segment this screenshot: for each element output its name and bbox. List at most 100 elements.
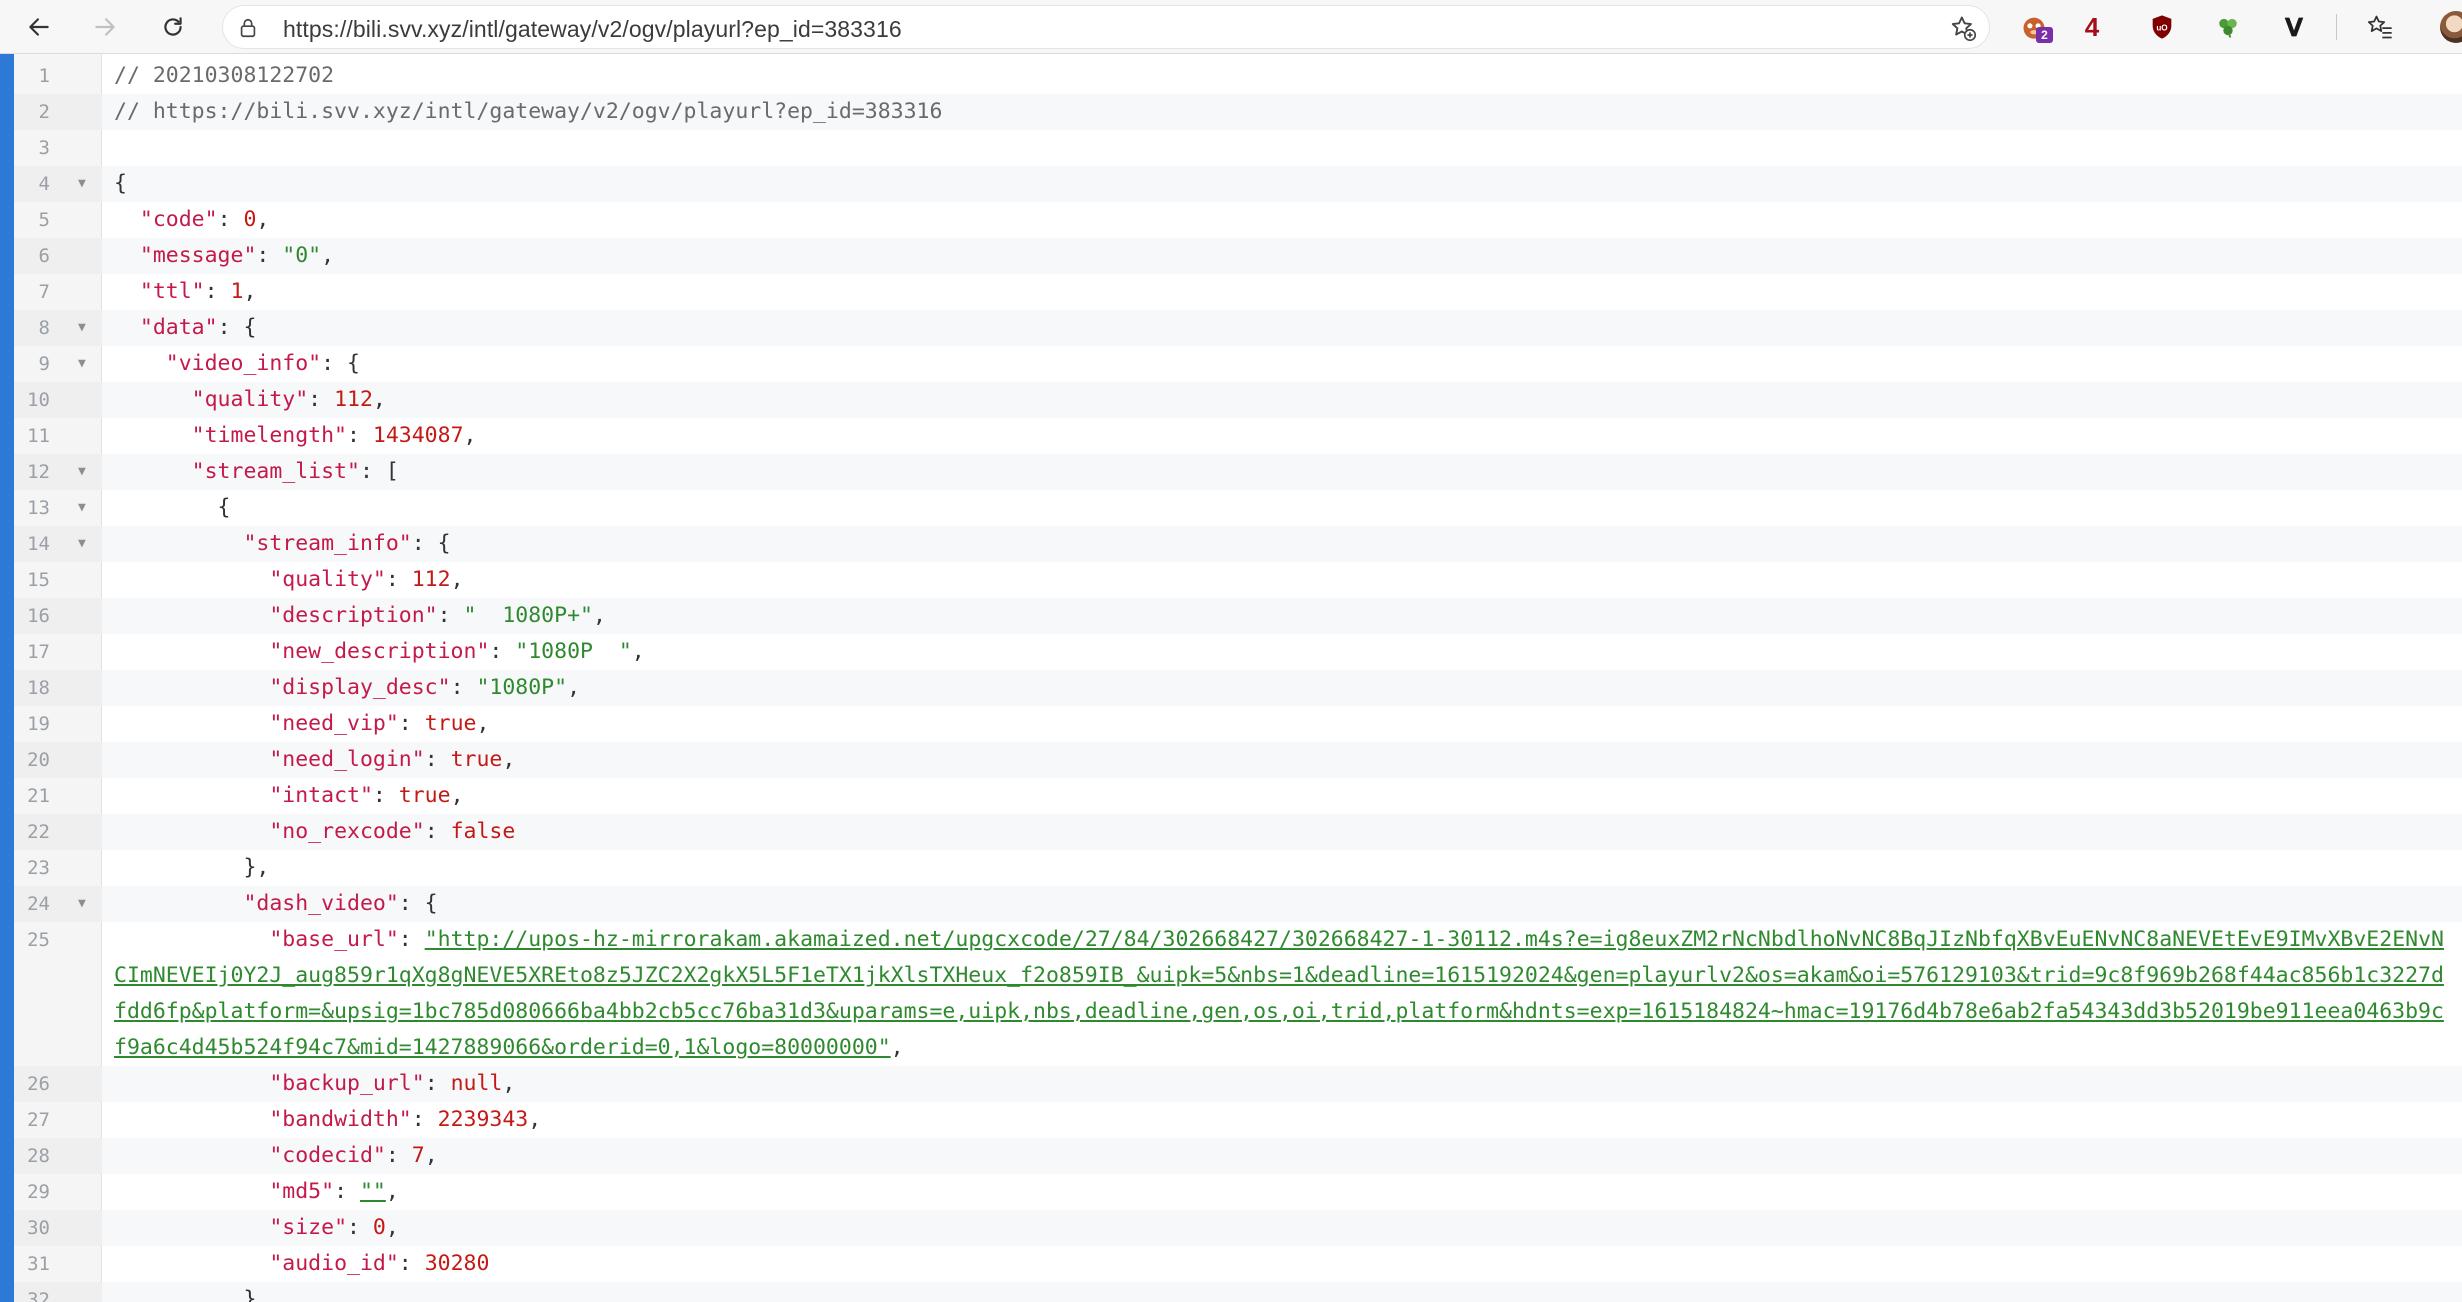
code-text: "stream_list": [ xyxy=(114,454,399,490)
token-str: "0" xyxy=(282,243,322,268)
line-gutter-cell: 13 ▼ xyxy=(14,490,102,526)
token-punc: : xyxy=(398,711,425,736)
token-num: 1 xyxy=(230,279,244,304)
code-line: 13 ▼ { xyxy=(14,490,2462,526)
add-favorite-icon[interactable] xyxy=(1949,14,1977,42)
token-punc xyxy=(114,243,140,268)
token-punc: : xyxy=(450,675,477,700)
token-num: 112 xyxy=(411,567,451,592)
line-number: 6 xyxy=(38,245,50,267)
ublock-extension[interactable]: uO xyxy=(2144,9,2180,45)
fold-toggle-icon[interactable]: ▼ xyxy=(78,886,86,922)
token-punc: : xyxy=(424,819,451,844)
lock-icon[interactable] xyxy=(237,17,259,39)
code-line: 7 "ttl": 1, xyxy=(14,274,2462,310)
fold-toggle-icon[interactable]: ▼ xyxy=(78,490,86,526)
code-line: 25 "base_url": "http://upos-hz-mirroraka… xyxy=(14,922,2462,1066)
token-punc: , xyxy=(450,567,464,592)
code-line: 2 // https://bili.svv.xyz/intl/gateway/v2… xyxy=(14,94,2462,130)
line-number: 31 xyxy=(27,1253,50,1275)
token-punc: : [ xyxy=(359,459,399,484)
token-punc: : { xyxy=(217,315,257,340)
token-punc: , xyxy=(567,675,581,700)
profile-avatar[interactable] xyxy=(2440,11,2462,43)
token-punc: : xyxy=(204,279,231,304)
fold-toggle-icon[interactable]: ▼ xyxy=(78,346,86,382)
fold-toggle-icon[interactable]: ▼ xyxy=(78,454,86,490)
line-number: 17 xyxy=(27,641,50,663)
token-comment: // 20210308122702 xyxy=(114,63,335,88)
favorites-button[interactable] xyxy=(2362,9,2398,45)
token-punc: , xyxy=(463,423,477,448)
token-key: "audio_id" xyxy=(269,1251,399,1276)
code-text: "video_info": { xyxy=(114,346,360,382)
code-text: // 20210308122702 xyxy=(114,58,334,94)
token-punc: , xyxy=(890,1035,904,1060)
line-gutter-cell: 28 xyxy=(14,1138,102,1174)
fold-toggle-icon[interactable]: ▼ xyxy=(78,166,86,202)
code-text: "ttl": 1, xyxy=(114,274,257,310)
clover-extension[interactable] xyxy=(2210,9,2246,45)
code-line: 12 ▼ "stream_list": [ xyxy=(14,454,2462,490)
token-key: "md5" xyxy=(269,1179,335,1204)
line-number: 10 xyxy=(27,389,50,411)
token-punc: , xyxy=(243,279,257,304)
line-gutter-cell: 19 xyxy=(14,706,102,742)
vimium-icon xyxy=(2284,17,2304,37)
token-punc xyxy=(114,351,166,376)
tampermonkey-extension[interactable]: 2 xyxy=(2016,9,2053,45)
url-text[interactable]: https://bili.svv.xyz/intl/gateway/v2/ogv… xyxy=(283,16,902,43)
code-text: "dash_video": { xyxy=(114,886,438,922)
token-key: "base_url" xyxy=(269,927,399,952)
back-button[interactable] xyxy=(18,6,60,48)
token-punc: , xyxy=(502,747,516,772)
fold-toggle-icon[interactable]: ▼ xyxy=(78,526,86,562)
line-number: 25 xyxy=(27,929,50,951)
line-number: 5 xyxy=(38,209,50,231)
ublock-icon: uO xyxy=(2152,15,2172,39)
token-key: "data" xyxy=(139,315,218,340)
token-punc: , xyxy=(385,1215,399,1240)
token-bool: false xyxy=(450,819,516,844)
refresh-button[interactable] xyxy=(152,6,194,48)
code-text: "base_url": "http://upos-hz-mirrorakam.a… xyxy=(114,922,2444,1066)
code-line: 5 "code": 0, xyxy=(14,202,2462,238)
token-num: 0 xyxy=(243,207,257,232)
token-punc: : { xyxy=(398,891,438,916)
code-line: 4 ▼{ xyxy=(14,166,2462,202)
token-key: "size" xyxy=(269,1215,348,1240)
token-punc: , xyxy=(424,1143,438,1168)
code-line: 20 "need_login": true, xyxy=(14,742,2462,778)
token-link[interactable]: "" xyxy=(360,1179,386,1204)
line-gutter-cell: 1 xyxy=(14,58,102,94)
forward-button[interactable] xyxy=(84,6,126,48)
number-extension[interactable]: 4 xyxy=(2074,9,2110,45)
token-punc xyxy=(114,927,269,952)
line-number: 16 xyxy=(27,605,50,627)
token-key: "timelength" xyxy=(191,423,348,448)
refresh-icon xyxy=(164,17,182,36)
line-gutter-cell: 26 xyxy=(14,1066,102,1102)
line-gutter-cell: 7 xyxy=(14,274,102,310)
line-number: 18 xyxy=(27,677,50,699)
token-punc xyxy=(114,315,140,340)
line-gutter-cell: 17 xyxy=(14,634,102,670)
line-number: 13 xyxy=(27,497,50,519)
token-punc: : xyxy=(334,1179,360,1204)
token-punc: , xyxy=(321,243,335,268)
token-num: 30280 xyxy=(424,1251,490,1276)
token-key: "no_rexcode" xyxy=(269,819,425,844)
line-gutter-cell: 32 xyxy=(14,1282,102,1302)
token-punc xyxy=(114,783,269,808)
token-punc: : xyxy=(347,1215,373,1240)
vimium-extension[interactable] xyxy=(2276,9,2312,45)
code-text: "message": "0", xyxy=(114,238,334,274)
line-gutter-cell: 3 xyxy=(14,130,102,166)
line-number: 11 xyxy=(27,425,50,447)
line-number: 30 xyxy=(27,1217,50,1239)
fold-toggle-icon[interactable]: ▼ xyxy=(78,310,86,346)
token-punc xyxy=(114,423,192,448)
token-link[interactable]: "http://upos-hz-mirrorakam.akamaized.net… xyxy=(114,927,2444,1060)
address-bar[interactable]: https://bili.svv.xyz/intl/gateway/v2/ogv… xyxy=(222,5,1990,49)
code-line: 19 "need_vip": true, xyxy=(14,706,2462,742)
